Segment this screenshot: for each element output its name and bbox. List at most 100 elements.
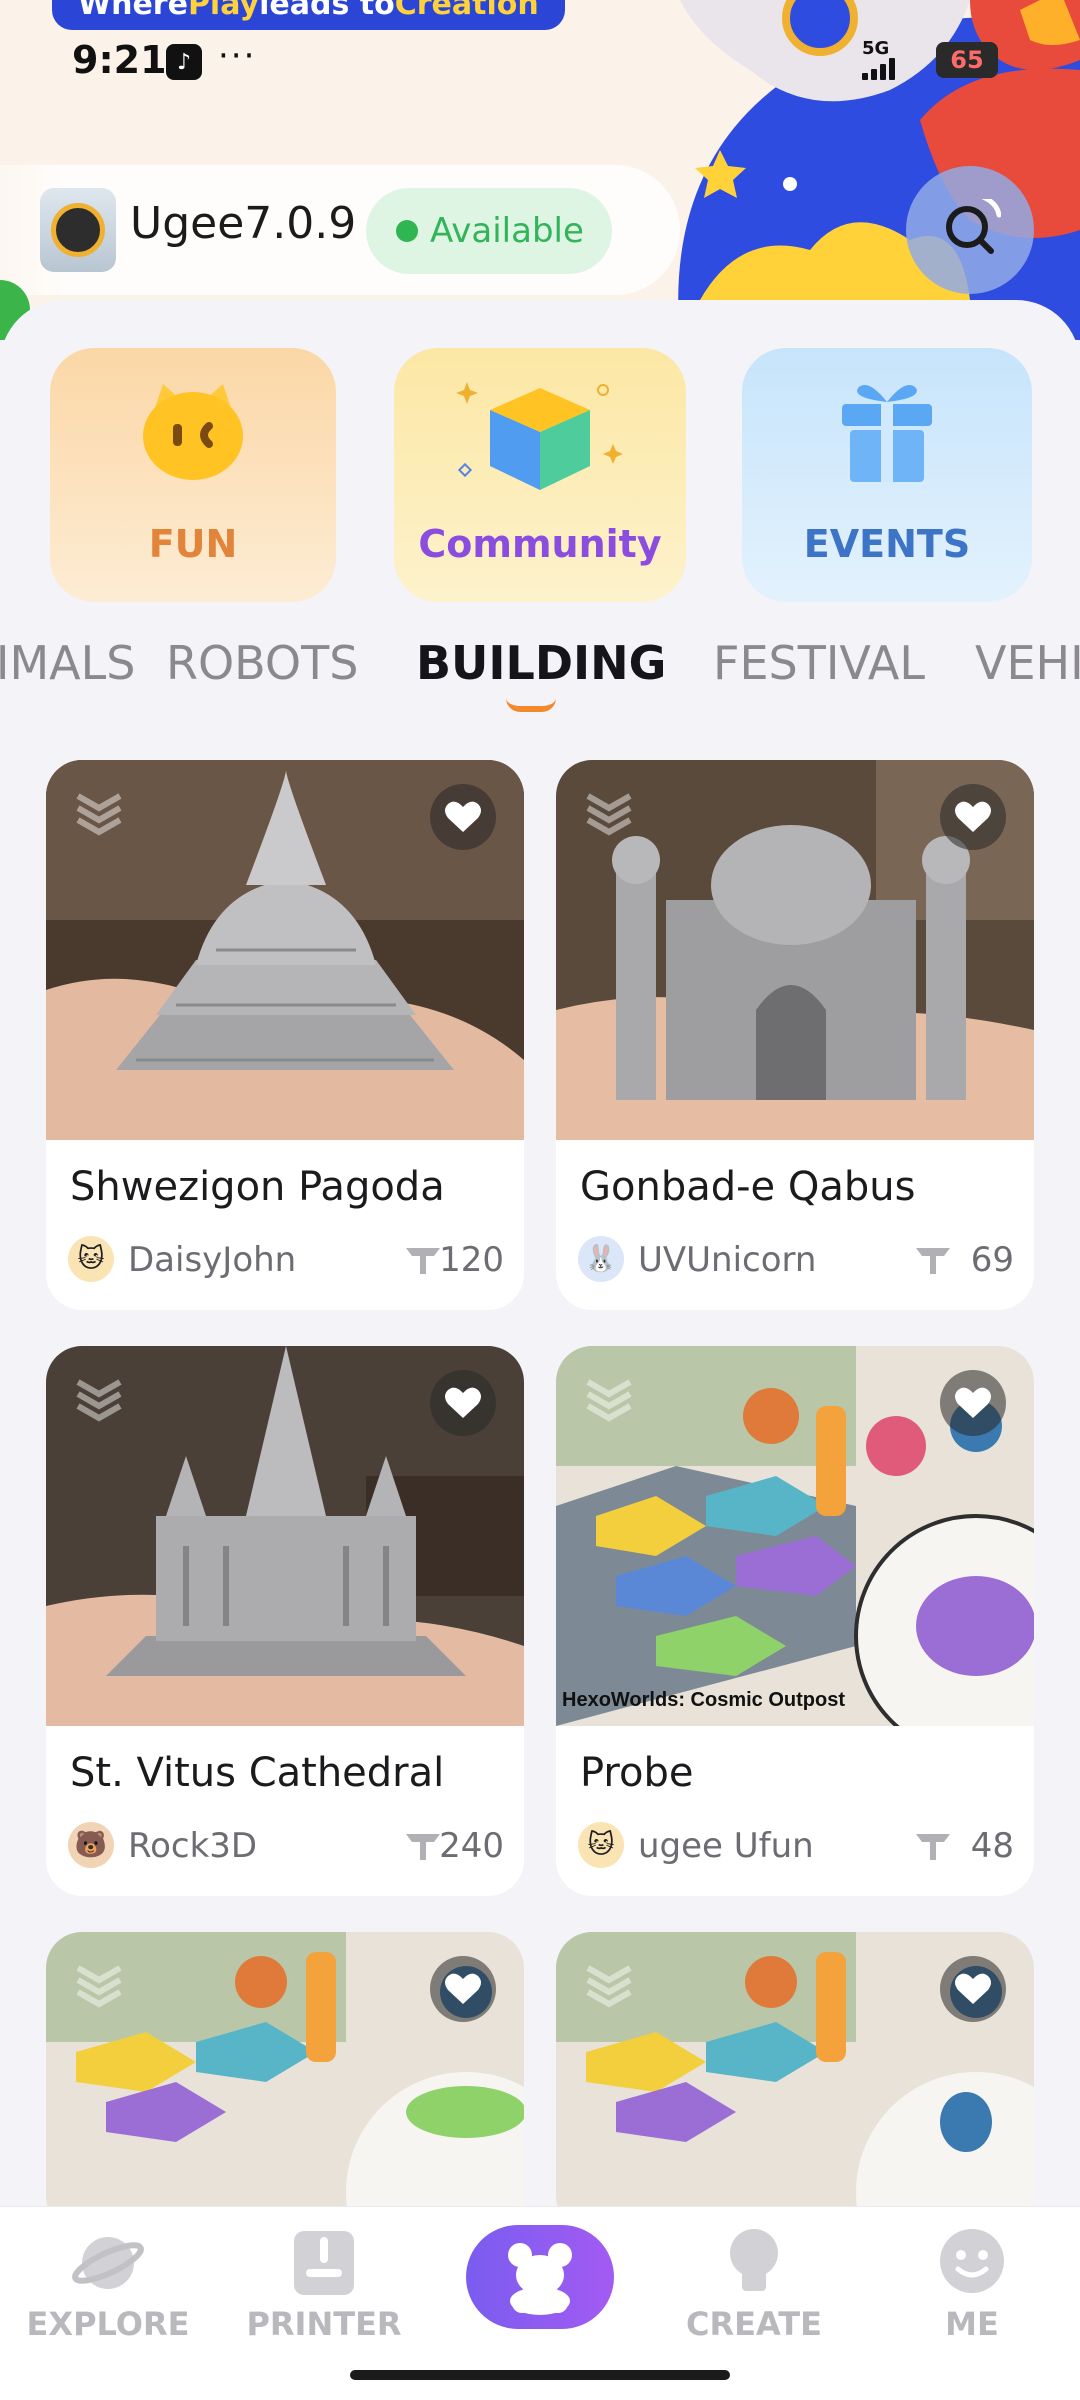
ugee-watermark-icon	[76, 1965, 122, 2008]
gift-icon	[842, 385, 932, 482]
tiktok-notification-icon: ♪	[166, 44, 202, 80]
category-events-label: EVENTS	[803, 522, 971, 566]
print-count-icon	[916, 1248, 950, 1274]
model-image-hexoworlds[interactable]	[46, 1932, 524, 2232]
favorite-button[interactable]	[430, 1956, 496, 2022]
favorite-button[interactable]	[940, 1956, 1006, 2022]
header-hero: Where Play leads to Creation 9:21 ♪ ··· …	[0, 0, 1080, 340]
model-title: Probe	[580, 1750, 694, 1796]
author-avatar[interactable]: 🐱	[578, 1822, 624, 1868]
model-card[interactable]: Shwezigon Pagoda 🐱 DaisyJohn 120	[46, 760, 524, 1310]
nav-me-label: ME	[945, 2305, 999, 2343]
smiley-icon	[940, 2229, 1004, 2293]
author-avatar[interactable]: 🐻	[68, 1822, 114, 1868]
printer-avatar[interactable]	[40, 188, 116, 272]
category-shortcuts: FUN Community EVENTS	[0, 348, 1080, 608]
print-count-icon	[916, 1834, 950, 1860]
model-meta: 🐻 Rock3D 240	[68, 1822, 504, 1868]
model-card[interactable]	[556, 1932, 1034, 2232]
heart-icon	[445, 801, 481, 832]
heart-icon	[445, 1973, 481, 2004]
model-meta: 🐱 ugee Ufun 48	[578, 1822, 1014, 1868]
model-image-hexoworlds[interactable]: HexoWorlds: Cosmic Outpost	[556, 1346, 1034, 1726]
model-image-hexoworlds[interactable]	[556, 1932, 1034, 2232]
category-community[interactable]: Community	[394, 348, 686, 602]
model-image-cathedral[interactable]	[46, 1346, 524, 1726]
model-card[interactable]: HexoWorlds: Cosmic Outpost Probe 🐱 ugee …	[556, 1346, 1034, 1896]
heart-icon	[955, 801, 991, 832]
nav-printer[interactable]: PRINTER	[246, 2223, 402, 2343]
author-name[interactable]: DaisyJohn	[128, 1240, 296, 1280]
tab-animals[interactable]: ANIMALS	[0, 636, 135, 690]
favorite-button[interactable]	[430, 784, 496, 850]
search-button[interactable]	[906, 166, 1034, 294]
model-card[interactable]	[46, 1932, 524, 2232]
battery-icon: 65	[936, 42, 998, 78]
nav-explore[interactable]: EXPLORE	[27, 2223, 189, 2343]
print-count-icon	[406, 1248, 440, 1274]
cat-face-icon	[143, 384, 243, 480]
image-caption: HexoWorlds: Cosmic Outpost	[562, 1689, 845, 1711]
content-sheet: FUN Community EVENTS ANIM	[0, 300, 1080, 2400]
model-title: Gonbad-e Qabus	[580, 1164, 916, 1210]
status-time: 9:21	[72, 38, 167, 82]
model-title: Shwezigon Pagoda	[70, 1164, 445, 1210]
nav-create[interactable]: CREATE	[684, 2223, 824, 2343]
device-status-badge: Available	[366, 188, 612, 274]
tab-robots[interactable]: ROBOTS	[166, 636, 358, 690]
favorite-button[interactable]	[940, 784, 1006, 850]
bear-icon	[508, 2243, 572, 2315]
tab-vehicle[interactable]: VEHICLE	[975, 636, 1080, 690]
print-count: 48	[970, 1826, 1014, 1866]
author-avatar[interactable]: 🐰	[578, 1236, 624, 1282]
model-meta: 🐰 UVUnicorn 69	[578, 1236, 1014, 1282]
model-image-mosque[interactable]	[556, 760, 1034, 1140]
ugee-watermark-icon	[586, 793, 632, 836]
signal-icon	[862, 58, 895, 80]
tab-building[interactable]: BUILDING	[416, 636, 666, 690]
author-name[interactable]: ugee Ufun	[638, 1826, 814, 1866]
ugee-watermark-icon	[586, 1965, 632, 2008]
category-tabs: ANIMALS ROBOTS BUILDING FESTIVAL VEHICLE	[0, 630, 1080, 720]
model-image-pagoda[interactable]	[46, 760, 524, 1140]
nav-me[interactable]: ME	[902, 2223, 1042, 2343]
promo-banner[interactable]: Where Play leads to Creation	[52, 0, 565, 30]
banner-text: Where	[78, 0, 188, 22]
nav-printer-label: PRINTER	[246, 2305, 402, 2343]
nav-explore-label: EXPLORE	[26, 2305, 190, 2343]
ugee-watermark-icon	[76, 793, 122, 836]
status-dot-icon	[396, 220, 418, 242]
print-count-icon	[406, 1834, 440, 1860]
heart-icon	[955, 1973, 991, 2004]
ugee-watermark-icon	[76, 1379, 122, 1422]
device-name[interactable]: Ugee7.0.9	[130, 198, 356, 249]
home-indicator[interactable]	[350, 2370, 730, 2380]
print-count: 69	[970, 1240, 1014, 1280]
nav-home-bear[interactable]	[466, 2225, 614, 2329]
tab-festival[interactable]: FESTIVAL	[713, 636, 925, 690]
category-fun-label: FUN	[148, 522, 238, 566]
device-status-label: Available	[430, 211, 584, 251]
favorite-button[interactable]	[940, 1370, 1006, 1436]
model-card[interactable]: Gonbad-e Qabus 🐰 UVUnicorn 69	[556, 760, 1034, 1310]
category-events[interactable]: EVENTS	[742, 348, 1032, 602]
active-tab-indicator	[506, 698, 556, 712]
nav-create-label: CREATE	[686, 2305, 822, 2343]
printer-icon	[294, 2231, 354, 2295]
author-avatar[interactable]: 🐱	[68, 1236, 114, 1282]
cube-icon	[456, 382, 623, 490]
print-count: 240	[439, 1826, 504, 1866]
author-name[interactable]: Rock3D	[128, 1826, 257, 1866]
status-bar: 9:21 ♪ ··· 5G 65	[0, 30, 1080, 90]
favorite-button[interactable]	[430, 1370, 496, 1436]
banner-highlight-play: Play	[187, 0, 260, 22]
lightbulb-icon	[730, 2229, 778, 2291]
category-fun[interactable]: FUN	[50, 348, 336, 602]
ugee-watermark-icon	[586, 1379, 632, 1422]
model-meta: 🐱 DaisyJohn 120	[68, 1236, 504, 1282]
model-card[interactable]: St. Vitus Cathedral 🐻 Rock3D 240	[46, 1346, 524, 1896]
planet-icon	[72, 2237, 144, 2289]
author-name[interactable]: UVUnicorn	[638, 1240, 816, 1280]
print-count: 120	[439, 1240, 504, 1280]
model-title: St. Vitus Cathedral	[70, 1750, 445, 1796]
